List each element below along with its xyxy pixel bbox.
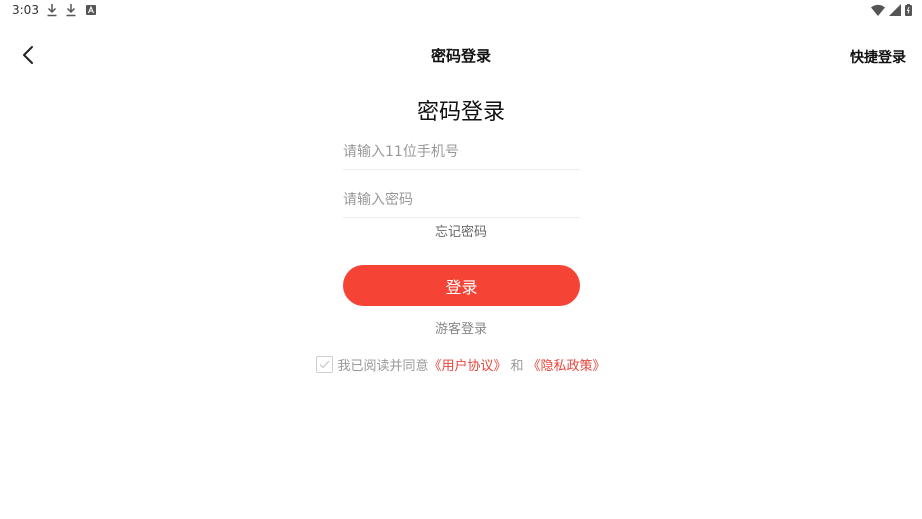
agreement-checkbox[interactable] [316, 356, 334, 373]
agreement-prefix: 我已阅读并同意 [337, 359, 429, 374]
agreement-and: 和 [510, 359, 524, 374]
download-icon [47, 4, 57, 17]
page-title: 密码登录 [430, 47, 491, 65]
download-icon [66, 4, 76, 17]
agreement-row: 我已阅读并同意 《用户协议》 和 《隐私政策》 [0, 355, 922, 374]
quick-login-button[interactable]: 快捷登录 [850, 47, 906, 67]
status-bar: 3:03 [0, 0, 922, 22]
checkmark-icon [319, 360, 330, 369]
password-input[interactable] [343, 183, 580, 217]
user-agreement-link[interactable]: 《用户协议》 [428, 355, 506, 374]
signal-icon [889, 4, 901, 16]
form-title: 密码登录 [416, 100, 505, 125]
login-button[interactable]: 登录 [343, 265, 580, 306]
password-field [343, 183, 580, 218]
header: 密码登录 快捷登录 [0, 34, 922, 74]
wifi-icon [871, 4, 885, 16]
login-screen: 3:03 密码登录 快捷登录 密码登录 请输入11位手机号 忘记密码 登录 游客… [0, 0, 922, 519]
status-indicators [871, 4, 912, 16]
phone-input[interactable] [343, 135, 580, 169]
forgot-password-link[interactable]: 忘记密码 [0, 221, 922, 240]
app-notification-icon [86, 5, 96, 15]
status-time: 3:03 [12, 3, 39, 17]
guest-login-link[interactable]: 游客登录 [0, 318, 922, 337]
phone-field [343, 135, 580, 170]
privacy-policy-link[interactable]: 《隐私政策》 [528, 355, 606, 374]
battery-icon [905, 4, 912, 16]
